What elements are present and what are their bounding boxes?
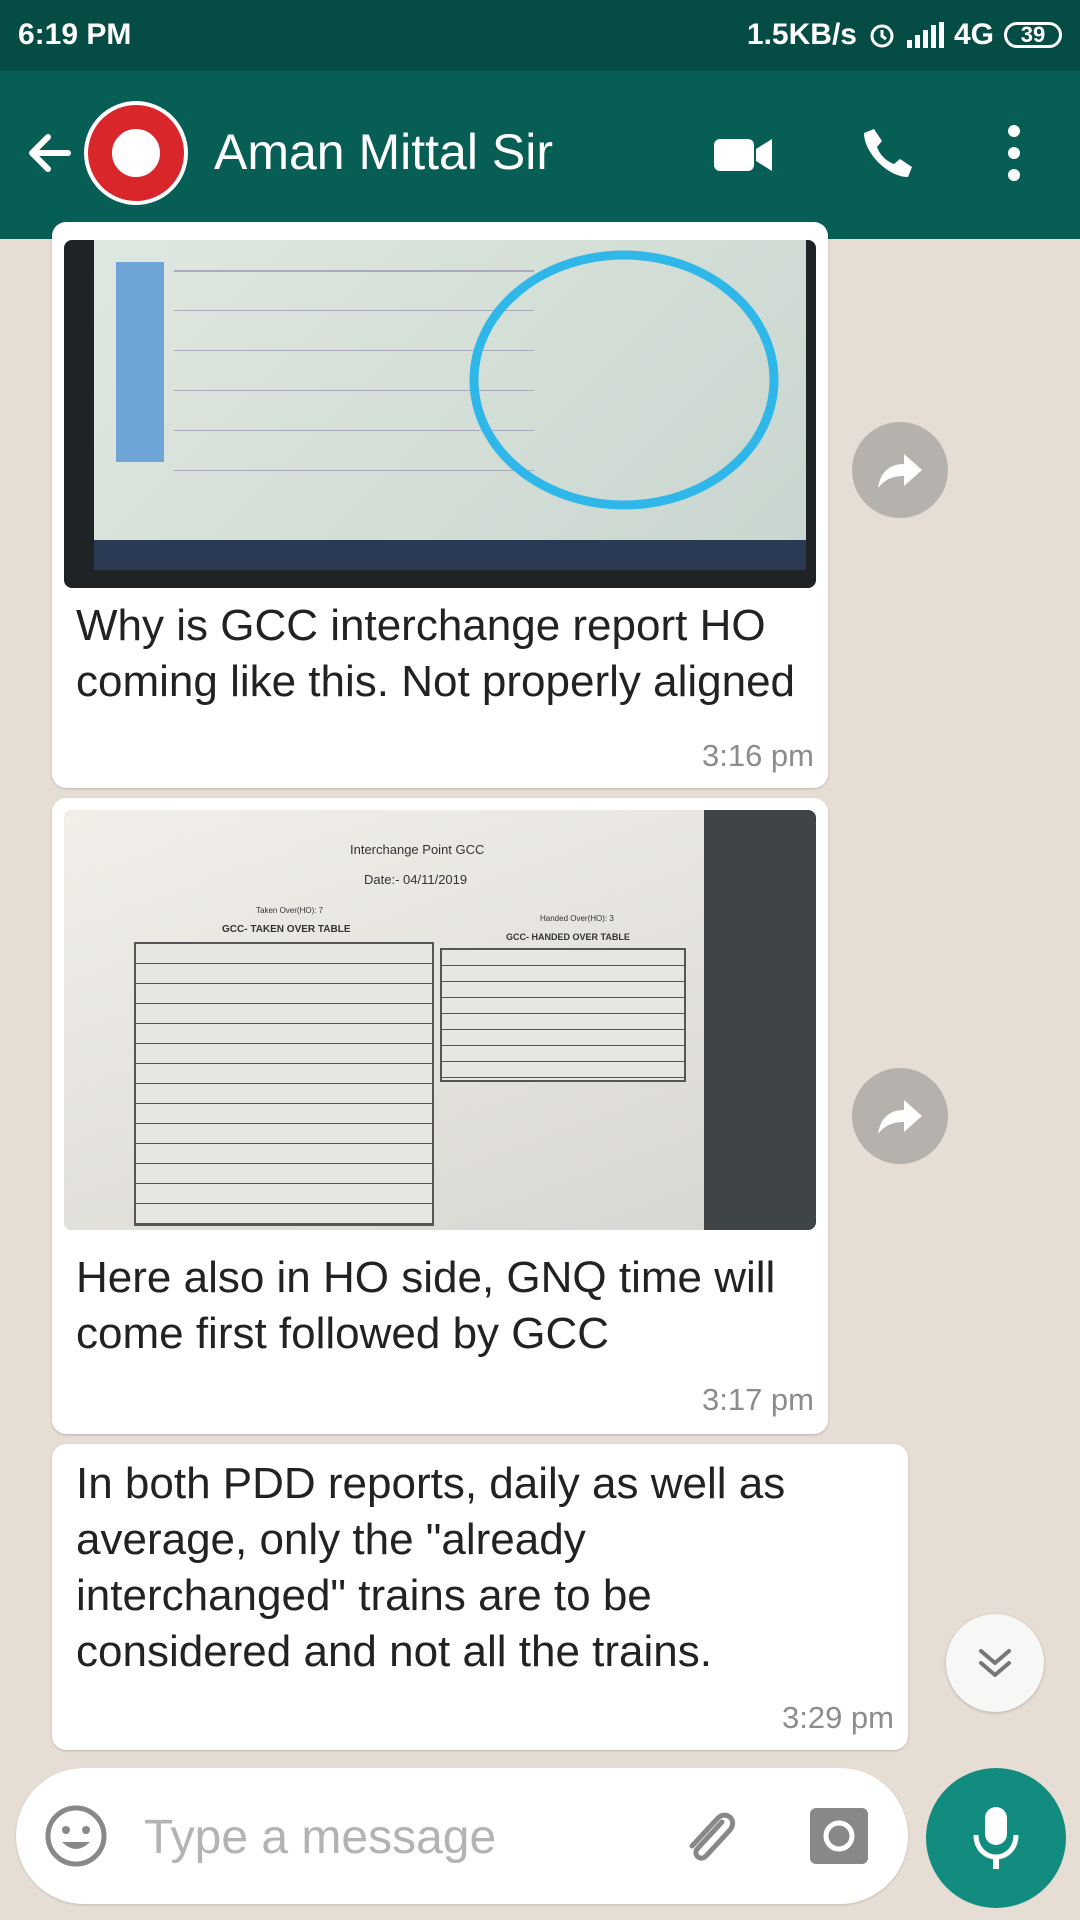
message-caption: Here also in HO side, GNQ time will come… <box>76 1253 776 1358</box>
forward-button[interactable] <box>852 422 948 518</box>
doc-title: Interchange Point GCC <box>350 842 485 857</box>
message-input[interactable]: Type a message <box>144 1810 496 1865</box>
forward-icon <box>878 454 922 488</box>
battery-icon: 39 <box>1004 22 1062 48</box>
doc-date: Date:- 04/11/2019 <box>364 872 468 887</box>
back-arrow-icon[interactable] <box>22 125 78 181</box>
voice-message-button[interactable] <box>926 1768 1066 1908</box>
network-type: 4G <box>953 18 994 51</box>
video-call-icon[interactable] <box>712 123 776 187</box>
status-bar: 6:19 PM 1.5KB/s 4G 39 <box>0 0 1080 71</box>
chat-header: Aman Mittal Sir <box>0 71 1080 239</box>
message-photo[interactable] <box>64 240 816 588</box>
alarm-icon <box>870 24 894 48</box>
camera-icon[interactable] <box>808 1806 870 1866</box>
net-speed: 1.5KB/s <box>746 18 857 51</box>
microphone-icon <box>973 1807 1019 1869</box>
contact-name[interactable]: Aman Mittal Sir <box>214 123 553 181</box>
message-time: 3:29 pm <box>781 1700 894 1735</box>
message-text: In both PDD reports, daily as well as av… <box>76 1459 786 1676</box>
phone-icon[interactable] <box>858 123 918 183</box>
forward-button[interactable] <box>852 1068 948 1164</box>
doc-taken-over: Taken Over(HO): 7 <box>256 906 324 915</box>
emoji-icon[interactable] <box>44 1804 108 1868</box>
message-bubble[interactable]: Why is GCC interchange report HO coming … <box>52 222 828 788</box>
message-composer[interactable]: Type a message <box>16 1768 908 1904</box>
indian-railways-logo <box>88 105 184 201</box>
avatar[interactable] <box>84 101 188 205</box>
forward-icon <box>878 1100 922 1134</box>
message-time: 3:16 pm <box>701 738 814 773</box>
message-photo[interactable]: Interchange Point GCC Date:- 04/11/2019 … <box>64 810 816 1230</box>
attachment-icon[interactable] <box>676 1804 742 1870</box>
battery-level: 39 <box>1020 22 1046 47</box>
chevron-double-down-icon <box>979 1649 1011 1677</box>
message-bubble[interactable]: Interchange Point GCC Date:- 04/11/2019 … <box>52 798 828 1434</box>
doc-left-table-title: GCC- TAKEN OVER TABLE <box>222 924 351 935</box>
signal-icon <box>906 22 944 48</box>
more-vert-icon[interactable] <box>1000 123 1028 183</box>
message-time: 3:17 pm <box>701 1382 814 1417</box>
status-time: 6:19 PM <box>18 18 132 51</box>
scroll-to-bottom-button[interactable] <box>946 1614 1044 1712</box>
message-caption: Why is GCC interchange report HO coming … <box>76 601 796 706</box>
doc-right-table-title: GCC- HANDED OVER TABLE <box>506 932 630 942</box>
message-bubble[interactable]: In both PDD reports, daily as well as av… <box>52 1444 908 1750</box>
doc-handed-over: Handed Over(HO): 3 <box>540 914 614 923</box>
